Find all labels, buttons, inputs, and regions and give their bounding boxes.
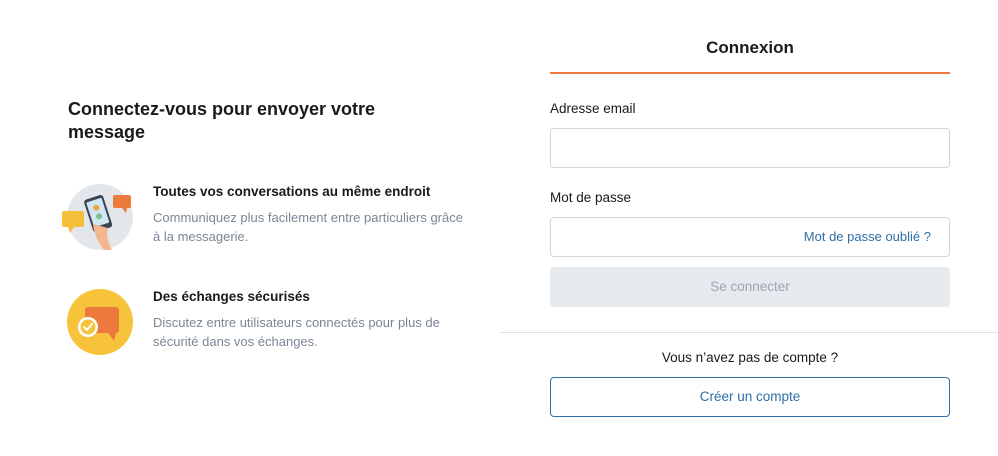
info-panel: Connectez-vous pour envoyer votre messag… <box>0 0 500 456</box>
create-account-button[interactable]: Créer un compte <box>550 377 950 417</box>
divider <box>500 332 998 333</box>
feature-title: Toutes vos conversations au même endroit <box>153 184 431 199</box>
login-panel: Connexion Adresse email Mot de passe Mot… <box>500 0 998 456</box>
phone-chat-icon <box>60 184 140 254</box>
no-account-text: Vous n’avez pas de compte ? <box>661 350 839 365</box>
feature-description: Communiquez plus facilement entre partic… <box>153 210 463 244</box>
email-field[interactable] <box>550 128 950 168</box>
password-label: Mot de passe <box>550 190 632 205</box>
feature-description: Discutez entre utilisateurs connectés po… <box>153 315 440 349</box>
email-label: Adresse email <box>550 101 636 116</box>
tab-login[interactable]: Connexion <box>550 38 950 58</box>
password-field[interactable]: Mot de passe oublié ? <box>550 217 950 257</box>
secure-chat-icon <box>60 289 140 359</box>
forgot-password-link[interactable]: Mot de passe oublié ? <box>804 229 931 244</box>
tab-active-indicator <box>550 72 950 74</box>
login-button[interactable]: Se connecter <box>550 267 950 307</box>
feature-conversations: Toutes vos conversations au même endroit… <box>60 184 480 254</box>
feature-title: Des échanges sécurisés <box>153 289 310 304</box>
feature-security: Des échanges sécurisés Discutez entre ut… <box>60 289 480 359</box>
info-title: Connectez-vous pour envoyer votre messag… <box>68 99 376 142</box>
